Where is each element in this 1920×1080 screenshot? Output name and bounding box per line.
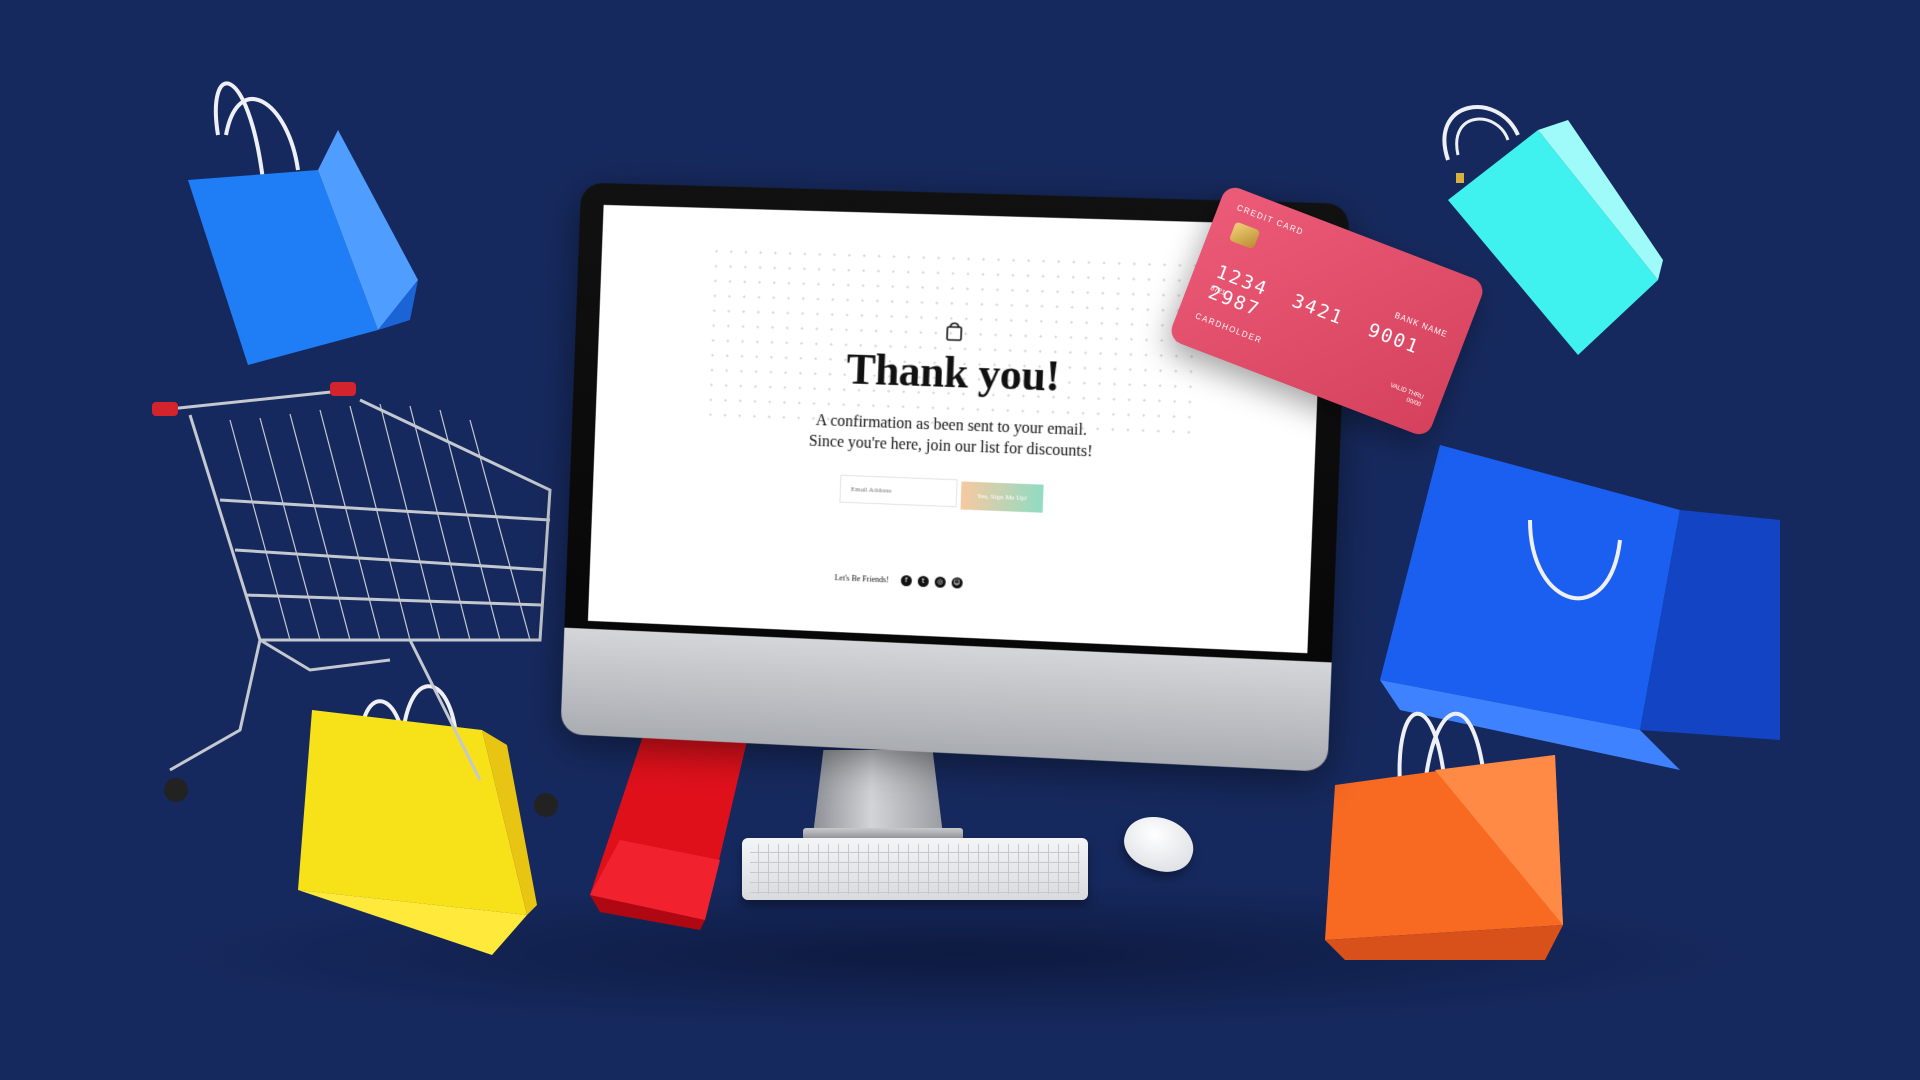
social-links: Let's Be Friends! f t ◎ ☺	[834, 570, 962, 589]
blue-shopping-bag	[178, 60, 438, 380]
card-chip-icon	[1229, 221, 1260, 249]
snapchat-icon[interactable]: ☺	[951, 577, 962, 588]
orange-bag-graphic	[1325, 685, 1565, 960]
card-valid-thru: VALID THRU 00/00	[1386, 382, 1425, 410]
shopping-scene: Thank you! A confirmation as been sent t…	[0, 0, 1920, 1080]
shopping-cart	[150, 380, 570, 820]
orange-shopping-bag	[1325, 685, 1565, 960]
keyboard	[742, 838, 1088, 900]
instagram-icon[interactable]: ◎	[934, 576, 945, 587]
shopping-cart-graphic	[150, 380, 570, 820]
twitter-icon[interactable]: t	[917, 575, 928, 586]
signup-button[interactable]: Yes, Sign Me Up!	[960, 481, 1043, 512]
confirmation-message: A confirmation as been sent to your emai…	[595, 402, 1316, 471]
blue-bag-graphic	[178, 60, 438, 380]
email-field[interactable]	[839, 475, 957, 508]
facebook-icon[interactable]: f	[901, 574, 912, 585]
social-label: Let's Be Friends!	[834, 573, 889, 584]
shopping-bag-icon	[945, 321, 964, 342]
monitor-stand-neck	[813, 750, 943, 835]
keyboard-keys	[750, 844, 1080, 894]
